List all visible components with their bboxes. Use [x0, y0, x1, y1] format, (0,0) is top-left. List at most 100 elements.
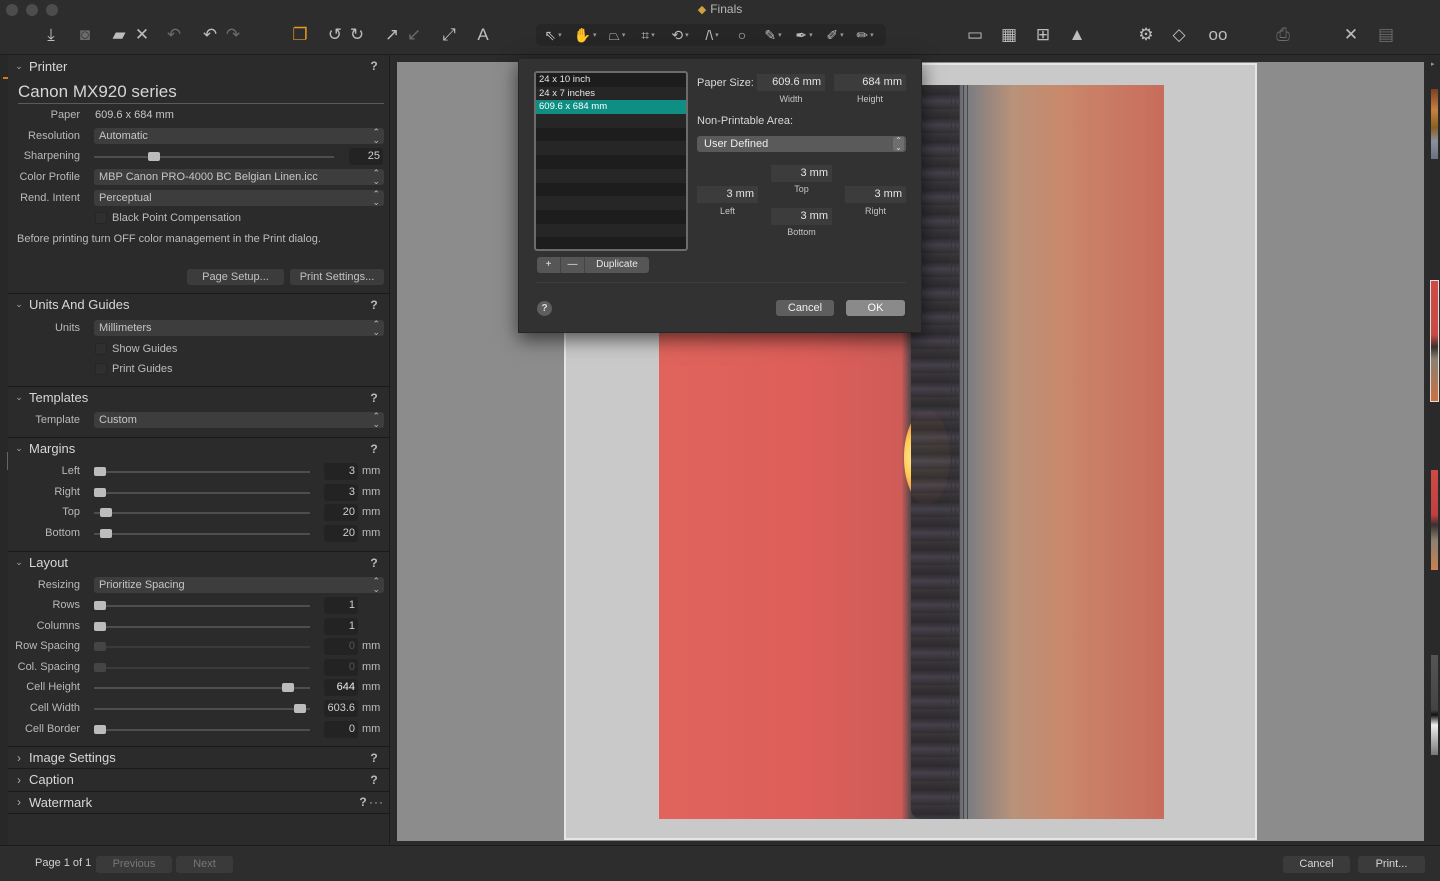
more-options-icon[interactable]: ··· — [369, 795, 384, 809]
margin-top-input[interactable]: 3 mm — [771, 165, 832, 182]
margin-right-input[interactable]: 3 mm — [845, 186, 906, 203]
slider-thumb[interactable] — [94, 724, 106, 734]
margin-bottom-input[interactable]: 3 mm — [771, 208, 832, 225]
paper-height-input[interactable]: 684 mm — [834, 74, 906, 91]
exposure-warning-icon[interactable]: ▲ — [1066, 24, 1088, 46]
edit-mask-icon[interactable]: ▭ — [964, 24, 986, 46]
redo-icon[interactable]: ↷ — [222, 24, 244, 46]
slider-thumb[interactable] — [100, 528, 113, 538]
slider-thumb[interactable] — [94, 621, 106, 631]
value-input[interactable]: 3 — [324, 463, 358, 480]
section-layout-header[interactable]: ⌄ Layout ? — [8, 551, 390, 573]
value-slider[interactable] — [94, 704, 310, 713]
help-icon[interactable]: ? — [366, 391, 382, 405]
rotate-right-icon[interactable]: ↻ — [346, 24, 368, 46]
keystone-tool-icon[interactable]: ⏢ — [606, 24, 628, 46]
import-icon[interactable]: ⤓ — [40, 24, 62, 46]
rotate-tool-icon[interactable]: ⟲ — [669, 24, 691, 46]
value-input[interactable]: 3 — [324, 483, 358, 501]
dialog-ok-button[interactable]: OK — [846, 300, 905, 316]
grid-overlay-icon[interactable]: ▦ — [998, 24, 1020, 46]
paper-size-item[interactable]: 24 x 7 inches — [536, 86, 686, 101]
brush-tool-icon[interactable]: ✎ — [762, 24, 784, 46]
help-icon[interactable]: ? — [366, 773, 382, 787]
help-icon[interactable]: ? — [366, 442, 382, 456]
value-slider[interactable] — [94, 601, 310, 610]
delete-icon[interactable]: ✕ — [131, 24, 153, 46]
section-printer-header[interactable]: ⌄ Printer ? — [8, 55, 390, 77]
help-icon[interactable]: ? — [366, 556, 382, 570]
slider-thumb[interactable] — [293, 704, 306, 713]
value-input[interactable]: 603.6 — [324, 700, 358, 717]
slider-thumb[interactable] — [100, 508, 113, 517]
section-watermark-header[interactable]: › Watermark? ··· — [8, 790, 390, 813]
expand-arrow-icon[interactable]: ▸ — [1431, 60, 1438, 68]
paper-size-item[interactable]: 24 x 10 inch — [536, 73, 686, 87]
undo-all-icon[interactable]: ↶ — [163, 24, 185, 46]
guides-icon[interactable]: ⊞ — [1032, 24, 1054, 46]
section-caption-header[interactable]: › Caption? — [8, 768, 390, 790]
duplicate-paper-button[interactable]: Duplicate — [585, 257, 649, 273]
sharpening-slider[interactable] — [94, 152, 334, 161]
section-templates-header[interactable]: ⌄ Templates ? — [8, 386, 390, 408]
print-icon[interactable]: ⎙ — [1272, 24, 1294, 46]
straighten-tool-icon[interactable]: /\ — [701, 24, 723, 46]
slider-thumb[interactable] — [281, 683, 294, 693]
previous-page-button[interactable]: Previous — [96, 856, 172, 873]
copy-adjustments-icon[interactable]: ↗ — [381, 24, 403, 46]
crop-tool-icon[interactable]: ⌗ — [637, 24, 659, 46]
camera-icon[interactable]: ◙ — [74, 24, 96, 46]
variants-icon[interactable]: ❐ — [289, 24, 311, 46]
value-slider[interactable] — [94, 487, 310, 497]
next-page-button[interactable]: Next — [176, 856, 233, 873]
color-picker-icon[interactable]: ✒ — [793, 24, 815, 46]
non-printable-select[interactable]: User Defined ⌃ ⌄ — [697, 136, 906, 152]
print-button[interactable]: Print... — [1358, 856, 1425, 873]
value-input[interactable]: 20 — [324, 524, 358, 542]
value-slider[interactable] — [94, 528, 310, 538]
printer-name[interactable]: Canon MX920 series — [18, 82, 384, 104]
remove-paper-button[interactable]: — — [561, 257, 585, 273]
help-icon[interactable]: ? — [366, 751, 382, 765]
section-units-header[interactable]: ⌄ Units And Guides ? — [8, 293, 390, 315]
filmstrip-thumbnail[interactable] — [1431, 470, 1438, 570]
apply-adjustments-icon[interactable]: ↙ — [403, 24, 425, 46]
filmstrip-thumbnail-selected[interactable] — [1430, 280, 1439, 402]
fullscreen-icon[interactable]: ⤢ — [438, 24, 460, 46]
value-input[interactable]: 20 — [324, 504, 358, 521]
value-slider[interactable] — [94, 724, 310, 734]
text-annotation-icon[interactable]: A — [472, 24, 494, 46]
value-input[interactable]: 1 — [324, 617, 358, 635]
resizing-select[interactable]: Prioritize Spacing ⌃ ⌄ — [94, 577, 384, 594]
value-slider[interactable] — [94, 683, 310, 693]
resolution-select[interactable]: Automatic ⌃ ⌄ — [94, 128, 384, 145]
eraser-tool-icon[interactable]: ✏ — [854, 24, 876, 46]
show-guides-checkbox[interactable] — [95, 343, 107, 355]
value-input[interactable]: 644 — [324, 679, 358, 697]
pan-tool-icon[interactable]: ✋ — [574, 24, 596, 46]
help-button[interactable]: ? — [537, 301, 552, 316]
paper-size-list[interactable]: 24 x 10 inch 24 x 7 inches 609.6 x 684 mm — [534, 71, 688, 251]
proof-icon[interactable]: ◇ — [1168, 24, 1190, 46]
dialog-cancel-button[interactable]: Cancel — [776, 300, 834, 316]
tools-icon[interactable]: ✕ — [1340, 24, 1362, 46]
print-guides-checkbox[interactable] — [95, 363, 107, 375]
rotate-left-icon[interactable]: ↺ — [324, 24, 346, 46]
add-paper-button[interactable]: + — [537, 257, 561, 273]
section-margins-header[interactable]: ⌄ Margins ? — [8, 437, 390, 459]
help-icon[interactable]: ? — [366, 59, 382, 73]
bpc-checkbox[interactable] — [95, 212, 107, 224]
value-slider[interactable] — [94, 508, 310, 517]
select-tool-icon[interactable]: ⇖ — [542, 24, 564, 46]
units-select[interactable]: Millimeters ⌃ ⌄ — [94, 320, 384, 337]
cancel-print-button[interactable]: Cancel — [1283, 856, 1350, 873]
paper-size-item[interactable]: 609.6 x 684 mm — [536, 100, 686, 115]
export-folder-icon[interactable]: ▰ — [108, 24, 130, 46]
value-slider[interactable] — [94, 621, 310, 631]
filmstrip-thumbnail[interactable] — [1431, 655, 1438, 755]
margin-left-input[interactable]: 3 mm — [697, 186, 758, 203]
template-select[interactable]: Custom ⌃ ⌄ — [94, 412, 384, 429]
paper-width-input[interactable]: 609.6 mm — [757, 74, 825, 91]
filmstrip-scrollbar[interactable]: ▸ — [1426, 55, 1440, 845]
slider-thumb[interactable] — [94, 487, 106, 497]
